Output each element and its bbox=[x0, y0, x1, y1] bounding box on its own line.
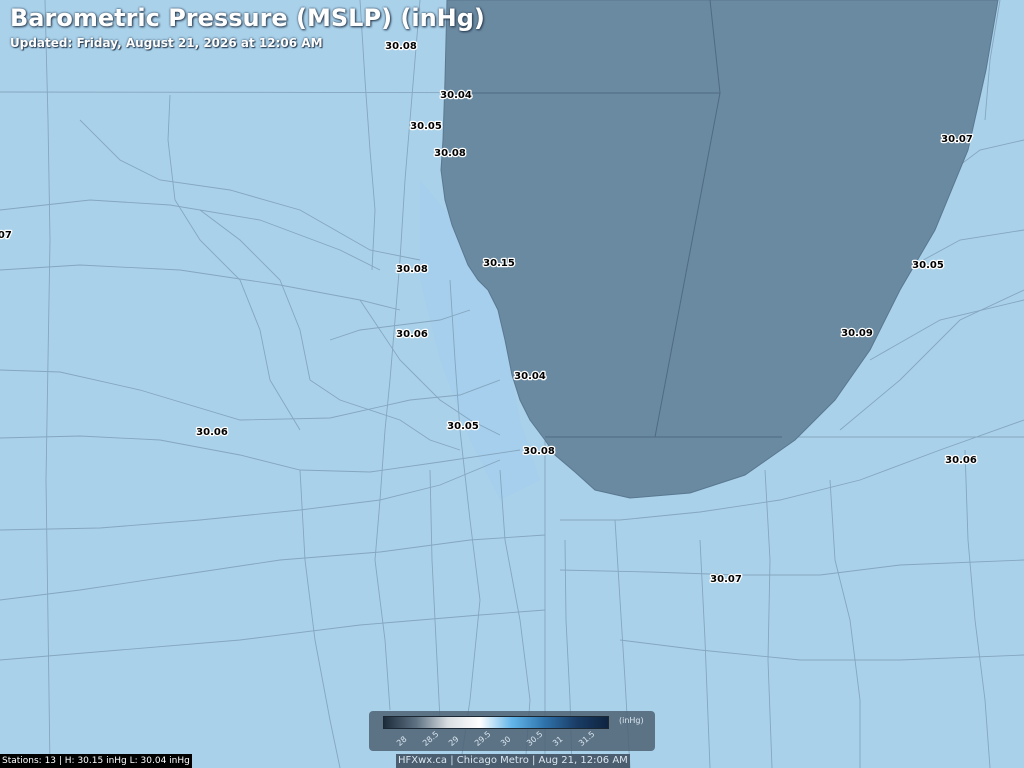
station-pressure-label: 30.08 bbox=[434, 148, 466, 159]
map-title: Barometric Pressure (MSLP) (inHg) bbox=[10, 4, 485, 32]
legend-tick-label: 30 bbox=[499, 734, 513, 748]
legend-unit: (inHg) bbox=[619, 716, 644, 725]
station-pressure-label: 30.06 bbox=[945, 455, 977, 466]
station-pressure-label: 30.05 bbox=[447, 421, 479, 432]
station-pressure-label: 30.04 bbox=[514, 371, 546, 382]
station-pressure-label: 30.06 bbox=[396, 329, 428, 340]
station-stats: Stations: 13 | H: 30.15 inHg L: 30.04 in… bbox=[0, 754, 192, 768]
station-pressure-label: 30.05 bbox=[912, 260, 944, 271]
legend-tick-label: 28 bbox=[395, 734, 409, 748]
credit-line: HFXwx.ca | Chicago Metro | Aug 21, 12:06… bbox=[396, 754, 630, 768]
pressure-legend: 28 28.5 29 29.5 30 30.5 31 31.5 (inHg) bbox=[369, 711, 655, 751]
legend-tick-label: 28.5 bbox=[421, 729, 441, 748]
map-canvas: 30.08 30.04 30.05 30.08 30.07 30.07 30.08 30.15… bbox=[0, 0, 1024, 768]
station-pressure-label: 30.09 bbox=[841, 328, 873, 339]
station-pressure-label: 30.15 bbox=[483, 258, 515, 269]
legend-color-bar bbox=[383, 716, 609, 729]
station-pressure-label: 30.07 bbox=[941, 134, 973, 145]
station-pressure-label: 30.04 bbox=[440, 90, 472, 101]
pressure-map[interactable]: 30.08 30.04 30.05 30.08 30.07 30.07 30.08 30.15… bbox=[0, 0, 1024, 768]
legend-tick-label: 31.5 bbox=[577, 729, 597, 748]
station-pressure-label: 30.08 bbox=[523, 446, 555, 457]
legend-tick-label: 29 bbox=[447, 734, 461, 748]
station-pressure-label: 30.07 bbox=[710, 574, 742, 585]
station-pressure-label: 30.08 bbox=[385, 41, 417, 52]
update-timestamp: Updated: Friday, August 21, 2026 at 12:0… bbox=[10, 36, 323, 50]
station-pressure-label: 30.07 bbox=[0, 230, 12, 241]
legend-tick-label: 30.5 bbox=[525, 729, 545, 748]
station-pressure-label: 30.06 bbox=[196, 427, 228, 438]
legend-tick-label: 29.5 bbox=[473, 729, 493, 748]
station-pressure-label: 30.05 bbox=[410, 121, 442, 132]
station-pressure-label: 30.08 bbox=[396, 264, 428, 275]
legend-tick-label: 31 bbox=[551, 734, 565, 748]
